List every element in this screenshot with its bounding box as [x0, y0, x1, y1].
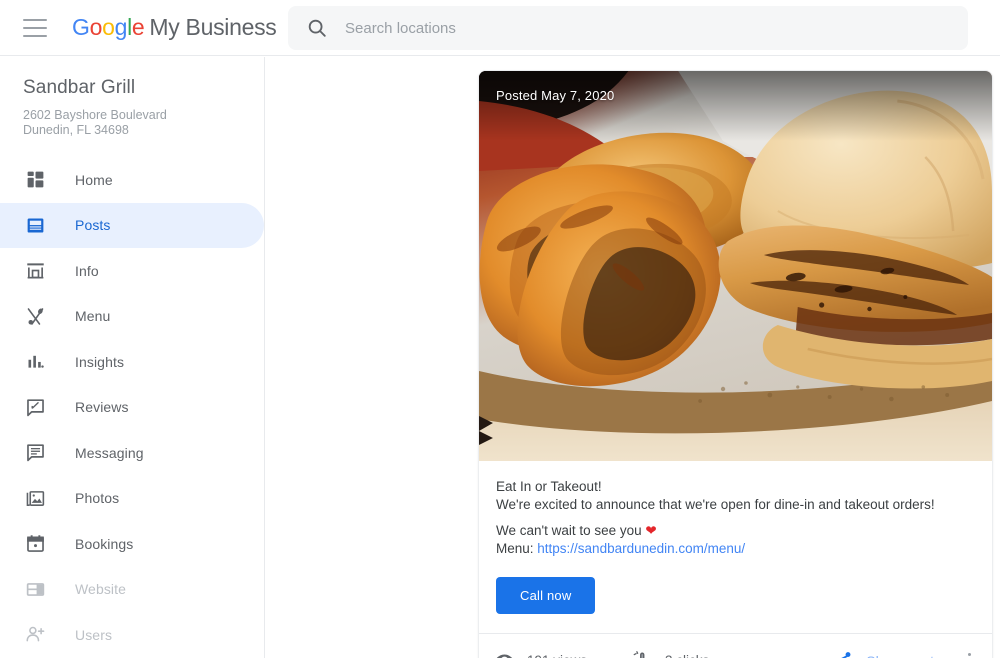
- search-icon: [306, 17, 328, 39]
- post-card: Posted May 7, 2020 Eat In or Takeout! We…: [478, 70, 993, 658]
- photos-icon: [23, 486, 47, 510]
- logo-letter-g2: g: [114, 14, 128, 40]
- menu-link[interactable]: https://sandbardunedin.com/menu/: [537, 541, 745, 556]
- clicks-label: 3 clicks: [665, 653, 709, 658]
- sidebar-item-home[interactable]: Home: [0, 157, 264, 203]
- address-line-1: 2602 Bayshore Boulevard: [23, 108, 167, 122]
- menu-prefix: Menu:: [496, 541, 538, 556]
- post-text: Eat In or Takeout! We're excited to anno…: [496, 478, 975, 558]
- logo-letter-e: e: [131, 14, 145, 40]
- restaurant-menu-icon: [23, 304, 47, 328]
- message-icon: [23, 441, 47, 465]
- heart-icon: ❤: [645, 523, 657, 538]
- sidebar: Sandbar Grill 2602 Bayshore Boulevard Du…: [0, 57, 265, 658]
- logo-letter-o1: o: [89, 14, 103, 40]
- click-pointer-icon: [631, 650, 653, 658]
- home-dashboard-icon: [23, 168, 47, 192]
- posted-date-label: Posted May 7, 2020: [496, 88, 615, 103]
- posts-icon: [23, 213, 47, 237]
- sidebar-item-label: Insights: [75, 353, 125, 370]
- sidebar-item-label: Info: [75, 262, 99, 279]
- share-post-label: Share post: [866, 653, 934, 658]
- sidebar-item-insights[interactable]: Insights: [0, 339, 264, 385]
- review-comment-icon: [23, 395, 47, 419]
- sidebar-nav: Home Posts Info Menu Insights Reviews Me…: [0, 157, 264, 658]
- sidebar-item-bookings[interactable]: Bookings: [0, 521, 264, 567]
- business-address: 2602 Bayshore Boulevard Dunedin, FL 3469…: [23, 108, 264, 138]
- sidebar-item-label: Bookings: [75, 535, 134, 552]
- post-text-line-3: We can't wait to see you: [496, 523, 646, 538]
- sidebar-item-label: Messaging: [75, 444, 144, 461]
- main-content: Posted May 7, 2020 Eat In or Takeout! We…: [266, 57, 1000, 658]
- sidebar-item-photos[interactable]: Photos: [0, 476, 264, 522]
- eye-icon: [493, 650, 515, 658]
- post-text-line-2: We're excited to announce that we're ope…: [496, 497, 935, 512]
- hamburger-bar: [23, 18, 47, 21]
- post-paragraph-2: We can't wait to see you ❤ Menu: https:/…: [496, 522, 975, 558]
- website-layout-icon: [23, 577, 47, 601]
- kebab-more-icon[interactable]: [959, 650, 979, 658]
- sidebar-item-posts[interactable]: Posts: [0, 202, 264, 248]
- kebab-dot: [967, 653, 971, 656]
- calendar-icon: [23, 532, 47, 556]
- hamburger-menu-icon[interactable]: [23, 18, 47, 37]
- sidebar-item-messaging[interactable]: Messaging: [0, 430, 264, 476]
- post-paragraph-1: Eat In or Takeout! We're excited to anno…: [496, 478, 975, 514]
- top-app-bar: Google My Business: [0, 0, 1000, 56]
- add-user-icon: [23, 623, 47, 647]
- sidebar-item-label: Home: [75, 171, 113, 188]
- address-line-2: Dunedin, FL 34698: [23, 123, 129, 137]
- storefront-icon: [23, 259, 47, 283]
- call-now-button[interactable]: Call now: [496, 577, 596, 614]
- share-post-button[interactable]: Share post: [831, 650, 934, 658]
- sidebar-item-info[interactable]: Info: [0, 248, 264, 294]
- logo-letter-g: G: [72, 14, 90, 40]
- post-stats-bar: 191 views 3 clicks: [479, 634, 992, 658]
- sidebar-item-label: Users: [75, 626, 113, 643]
- clicks-stat: 3 clicks: [631, 650, 709, 658]
- sidebar-item-menu[interactable]: Menu: [0, 294, 264, 340]
- search-input[interactable]: [345, 19, 905, 37]
- business-name: Sandbar Grill: [23, 77, 136, 98]
- search-bar[interactable]: [288, 6, 968, 50]
- sidebar-item-label: Posts: [75, 217, 111, 234]
- share-icon: [831, 650, 853, 658]
- sidebar-item-website[interactable]: Website: [0, 567, 264, 613]
- sidebar-item-label: Menu: [75, 308, 111, 325]
- sidebar-item-reviews[interactable]: Reviews: [0, 385, 264, 431]
- sidebar-item-label: Website: [75, 581, 127, 598]
- hamburger-bar: [23, 26, 47, 29]
- post-photo[interactable]: Posted May 7, 2020: [479, 71, 992, 461]
- brand-logo[interactable]: Google My Business: [72, 14, 277, 41]
- views-stat: 191 views: [493, 650, 587, 658]
- post-text-line-1: Eat In or Takeout!: [496, 479, 602, 494]
- sidebar-item-label: Photos: [75, 490, 120, 507]
- views-label: 191 views: [527, 653, 587, 658]
- sidebar-item-users[interactable]: Users: [0, 612, 264, 658]
- post-body: Eat In or Takeout! We're excited to anno…: [479, 461, 992, 634]
- bar-chart-icon: [23, 350, 47, 374]
- hamburger-bar: [23, 34, 47, 37]
- sidebar-item-label: Reviews: [75, 399, 129, 416]
- logo-letter-o2: o: [102, 14, 115, 40]
- brand-suffix: My Business: [149, 14, 277, 40]
